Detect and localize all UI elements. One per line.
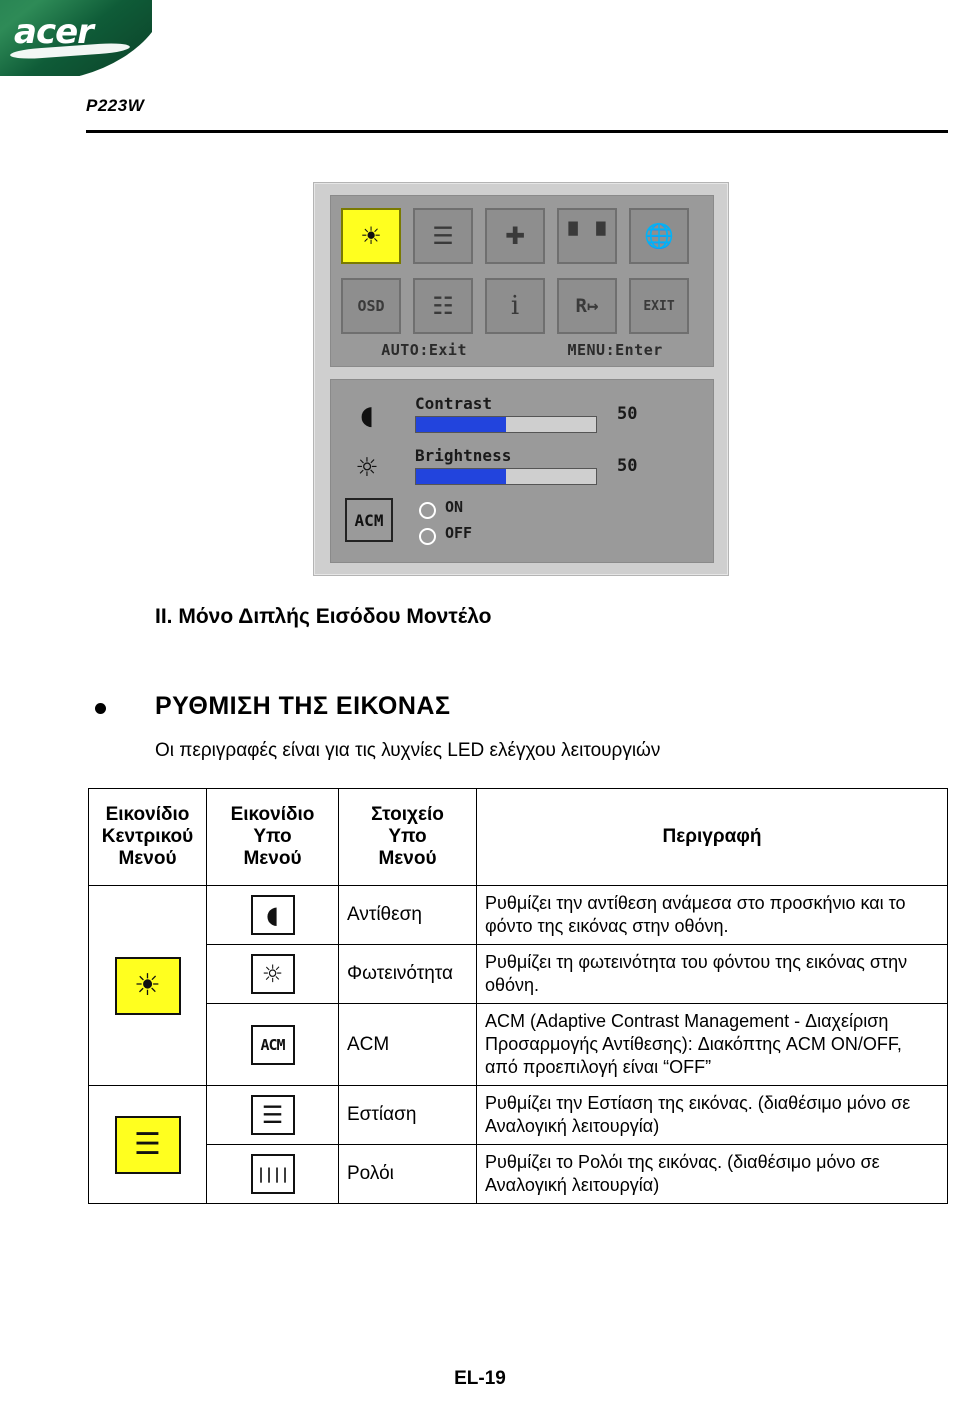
osd-acm-on-label: ON [445, 498, 464, 516]
sub-item-clock: Ρολόι [338, 1144, 477, 1205]
osd-icon-info-setting[interactable]: ☷ [413, 278, 473, 334]
header-sub-item-l2: Υπο [388, 826, 427, 847]
header-description: Περιγραφή [476, 788, 948, 886]
osd-contrast-slider[interactable] [415, 416, 597, 433]
image-setting-icon: ☰ [114, 1115, 181, 1174]
osd-value-panel: ◖ Contrast 50 ☼ Brightness 50 ACM ON OFF [330, 379, 714, 563]
sub-item-brightness: Φωτεινότητα [338, 944, 477, 1005]
header-main-menu-l3: Μενού [118, 848, 177, 869]
acm-icon: ACM [250, 1024, 295, 1065]
osd-icon-color[interactable]: ▘▝ [557, 208, 617, 264]
section-heading: ΡΥΘΜΙΣΗ ΤΗΣ ΕΙΚΟΝΑΣ [155, 692, 451, 720]
osd-icon-osd[interactable]: OSD [341, 278, 401, 334]
header-sub-item: Στοιχείο Υπο Μενού [338, 788, 477, 886]
osd-acm-off-radio[interactable] [419, 528, 436, 545]
table-row: ☀ ◖ Αντίθεση Ρυθμίζει την αντίθεση ανάμε… [88, 884, 948, 1087]
description-focus: Ρυθμίζει την Εστίαση της εικόνας. (διαθέ… [476, 1085, 948, 1146]
osd-brightness-slider[interactable] [415, 468, 597, 485]
description-contrast: Ρυθμίζει την αντίθεση ανάμεσα στο προσκή… [476, 884, 948, 946]
osd-brightness-value: 50 [617, 456, 638, 476]
description-brightness: Ρυθμίζει τη φωτεινότητα του φόντου της ε… [476, 944, 948, 1005]
osd-function-table: Εικονίδιο Κεντρικού Μενού Εικονίδιο Υπο … [88, 788, 948, 1205]
description-clock: Ρυθμίζει το Ρολόι της εικόνας. (διαθέσιμ… [476, 1144, 948, 1205]
osd-icon-exit[interactable]: EXIT [629, 278, 689, 334]
osd-icon-position[interactable]: ✚ [485, 208, 545, 264]
sub-item-acm: ACM [338, 1003, 477, 1087]
sub-menu-icon-acm: ACM [206, 1003, 339, 1087]
osd-icon-panel: ☀ ☰ ✚ ▘▝ 🌐 OSD ☷ i R↦ EXIT AUTO:Exit MEN… [330, 195, 714, 367]
header-sub-item-l1: Στοιχείο [371, 804, 444, 825]
sub-menu-icon-contrast: ◖ [206, 884, 339, 946]
logo-text: acer [14, 12, 94, 52]
sub-item-focus: Εστίαση [338, 1085, 477, 1146]
sub-menu-icon-focus: ☰ [206, 1085, 339, 1146]
osd-contrast-label: Contrast [415, 394, 493, 413]
header-sub-menu-l1: Εικονίδιο [230, 804, 315, 825]
header-sub-menu-l2: Υπο [253, 826, 292, 847]
page-footer: EL-19 [454, 1368, 506, 1389]
clock-icon: |||| [250, 1154, 295, 1195]
osd-icon-language-globe[interactable]: 🌐 [629, 208, 689, 264]
osd-icon-row-2: OSD ☷ i R↦ EXIT [341, 278, 689, 334]
brightness-contrast-icon: ☀ [114, 956, 181, 1015]
osd-hint-row: AUTO:Exit MENU:Enter [331, 341, 713, 359]
osd-icon-row-1: ☀ ☰ ✚ ▘▝ 🌐 [341, 208, 689, 264]
header-divider [86, 130, 948, 133]
header-sub-item-l3: Μενού [378, 848, 437, 869]
osd-screenshot: ☀ ☰ ✚ ▘▝ 🌐 OSD ☷ i R↦ EXIT AUTO:Exit MEN… [313, 182, 729, 576]
table-row: ☰ ☰ Εστίαση Ρυθμίζει την Εστίαση της εικ… [88, 1085, 948, 1205]
section-title: II. Μόνο Διπλής Εισόδου Μοντέλο [155, 605, 492, 628]
osd-hint-auto-exit: AUTO:Exit [381, 341, 467, 359]
osd-acm-on-radio[interactable] [419, 502, 436, 519]
sub-menu-icon-brightness: ☼ [206, 944, 339, 1005]
contrast-icon: ◖ [360, 401, 374, 431]
focus-icon: ☰ [250, 1095, 295, 1136]
header-main-menu-l1: Εικονίδιο [105, 804, 190, 825]
osd-contrast-value: 50 [617, 404, 638, 424]
brightness-icon: ☼ [355, 453, 379, 483]
table-row: |||| Ρολόι Ρυθμίζει το Ρολόι της εικόνας… [89, 1144, 948, 1205]
header-sub-menu-icon: Εικονίδιο Υπο Μενού [206, 788, 339, 886]
page-title: P223W [86, 96, 145, 115]
osd-icon-reset[interactable]: R↦ [557, 278, 617, 334]
header-main-menu-icon: Εικονίδιο Κεντρικού Μενού [88, 788, 207, 886]
osd-icon-information[interactable]: i [485, 278, 545, 334]
brightness-icon: ☼ [250, 954, 295, 995]
table-row: ☼ Φωτεινότητα Ρυθμίζει τη φωτεινότητα το… [89, 944, 948, 1005]
acm-icon: ACM [345, 498, 393, 542]
osd-brightness-label: Brightness [415, 446, 512, 465]
osd-hint-menu-enter: MENU:Enter [567, 341, 663, 359]
sub-menu-icon-clock: |||| [206, 1144, 339, 1205]
header-sub-menu-l3: Μενού [243, 848, 302, 869]
table-row: ACM ACM ACM (Adaptive Contrast Managemen… [89, 1003, 948, 1087]
sub-item-contrast: Αντίθεση [338, 884, 477, 946]
main-menu-icon-image-setting: ☰ [88, 1085, 207, 1205]
table-header-row: Εικονίδιο Κεντρικού Μενού Εικονίδιο Υπο … [88, 788, 948, 886]
osd-icon-brightness-contrast[interactable]: ☀ [341, 208, 401, 264]
main-menu-icon-brightness-contrast: ☀ [88, 884, 207, 1087]
header-main-menu-l2: Κεντρικού [101, 826, 194, 847]
osd-acm-off-label: OFF [445, 524, 473, 542]
bullet-marker [95, 703, 106, 714]
description-acm: ACM (Adaptive Contrast Management - Διαχ… [476, 1003, 948, 1087]
section-subline: Οι περιγραφές είναι για τις λυχνίες LED … [155, 740, 661, 761]
contrast-icon: ◖ [250, 895, 295, 936]
header-description-l1: Περιγραφή [662, 826, 762, 847]
osd-icon-image-setting[interactable]: ☰ [413, 208, 473, 264]
acer-logo: acer [0, 0, 152, 76]
